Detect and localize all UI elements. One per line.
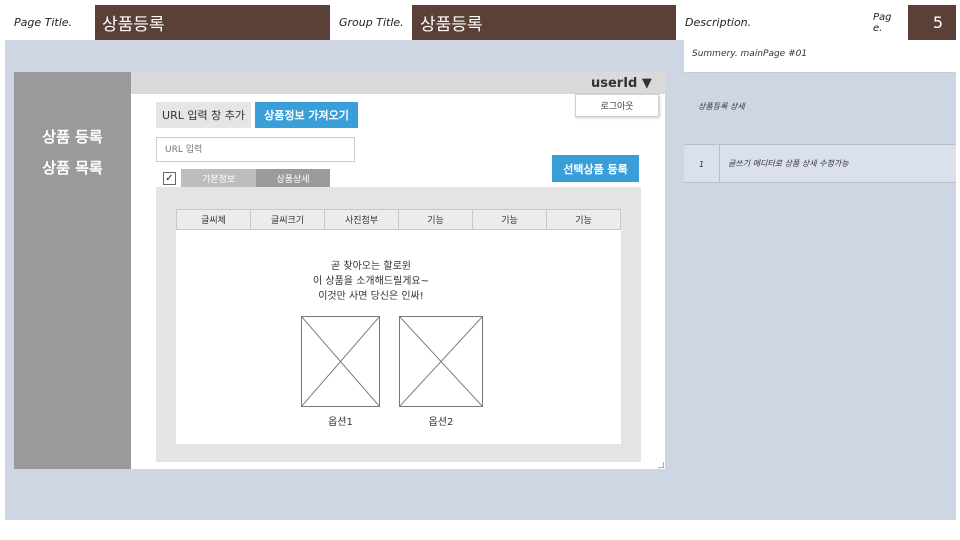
toolbar-function-button[interactable]: 기능 — [547, 210, 620, 229]
page-number: 5 — [908, 5, 956, 40]
app-topbar — [131, 72, 665, 94]
summary-box: Summery. mainPage #01 — [684, 40, 956, 73]
url-input[interactable] — [156, 137, 355, 162]
group-title-value: 상품등록 — [412, 5, 676, 40]
description-row: 1 글쓰기 에디터로 상품 상세 수정가능 — [684, 144, 956, 183]
page-label: Pag e. — [866, 5, 908, 40]
editor-content[interactable]: 곧 찾아오는 할로윈 이 상품을 소개해드릴게요~ 이것만 사면 당신은 인싸!… — [176, 230, 621, 444]
page-title-value: 상품등록 — [95, 5, 330, 40]
tab-product-detail[interactable]: 상품상세 — [256, 169, 330, 187]
toolbar-font-button[interactable]: 글씨체 — [177, 210, 251, 229]
content-line: 이 상품을 소개해드릴게요~ — [313, 276, 429, 287]
page-title-label: Page Title. — [5, 5, 95, 40]
tab-basic-info[interactable]: 기본정보 — [181, 169, 256, 187]
toolbar-function-button[interactable]: 기능 — [473, 210, 547, 229]
sidebar: 상품 등록 상품 목록 — [14, 72, 131, 469]
description-row-number: 1 — [684, 145, 720, 183]
toolbar-function-button[interactable]: 기능 — [399, 210, 473, 229]
content-resize-handle[interactable] — [658, 462, 664, 468]
select-checkbox[interactable]: ✓ — [163, 172, 176, 185]
toolbar-font-size-button[interactable]: 글씨크기 — [251, 210, 325, 229]
description-label: Description. — [676, 5, 866, 40]
add-url-input-button[interactable]: URL 입력 창 추가 — [156, 102, 251, 128]
option2-label: 옵션2 — [428, 417, 454, 428]
fetch-product-info-button[interactable]: 상품정보 가져오기 — [255, 102, 358, 128]
sidebar-item-product-register[interactable]: 상품 등록 — [14, 126, 131, 147]
description-section-title: 상품등록 상세 — [698, 102, 745, 111]
toolbar-attach-photo-button[interactable]: 사진첨부 — [325, 210, 399, 229]
sidebar-item-product-list[interactable]: 상품 목록 — [14, 157, 131, 178]
description-row-text: 글쓰기 에디터로 상품 상세 수정가능 — [728, 159, 849, 168]
option1-image-placeholder — [301, 316, 380, 407]
content-line: 이것만 사면 당신은 인싸! — [318, 291, 424, 302]
summary-text: Summery. mainPage #01 — [692, 49, 808, 59]
register-selected-button[interactable]: 선택상품 등록 — [552, 155, 639, 182]
group-title-label: Group Title. — [330, 5, 412, 40]
content-line: 곧 찾아오는 할로윈 — [331, 261, 411, 272]
logout-menu-item[interactable]: 로그아웃 — [575, 94, 659, 117]
option1-label: 옵션1 — [328, 417, 353, 428]
user-menu[interactable]: userId ▼ — [591, 76, 652, 91]
editor-toolbar: 글씨체 글씨크기 사진첨부 기능 기능 기능 — [176, 209, 621, 230]
option2-image-placeholder — [399, 316, 483, 407]
